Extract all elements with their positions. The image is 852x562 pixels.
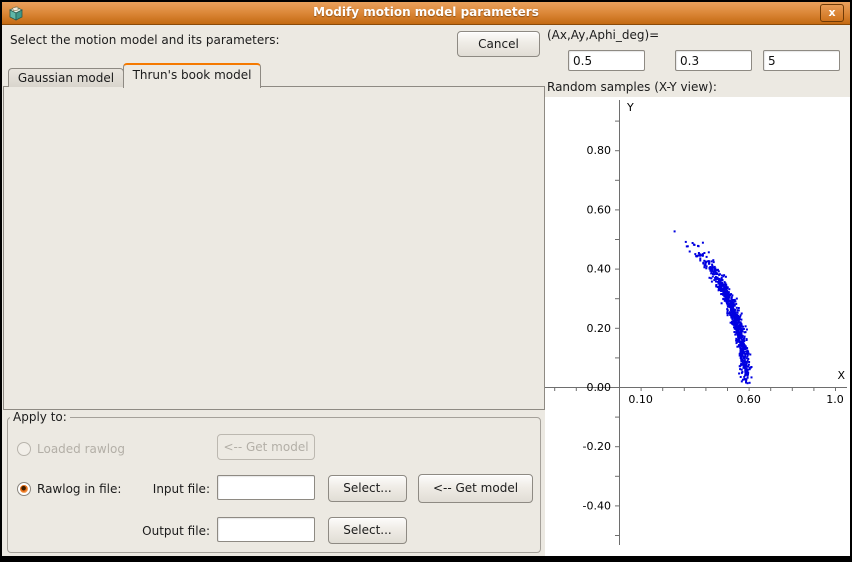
samples-plot: 0.10 0.60 1.0 0.80 0.60 0.40 0.20 0.00 -0.20 -0.4… (545, 97, 850, 556)
radio-dot (20, 485, 28, 493)
window-title: Modify motion model parameters (2, 5, 850, 19)
svg-text:Y: Y (626, 101, 634, 114)
close-button[interactable]: x (820, 4, 844, 22)
loaded-rawlog-label: Loaded rawlog (37, 442, 125, 456)
svg-text:0.40: 0.40 (587, 263, 612, 276)
rawlog-in-file-label: Rawlog in file: (37, 482, 121, 496)
close-icon: x (828, 6, 835, 19)
output-file-label: Output file: (122, 524, 210, 538)
svg-text:-0.20: -0.20 (583, 440, 611, 453)
tab-gaussian-model[interactable]: Gaussian model (8, 68, 124, 87)
cancel-button[interactable]: Cancel (457, 31, 540, 57)
svg-text:0.80: 0.80 (587, 144, 612, 157)
output-file-field[interactable] (217, 517, 315, 542)
svg-text:1.0: 1.0 (826, 393, 844, 406)
svg-text:-0.40: -0.40 (583, 499, 611, 512)
input-file-label: Input file: (122, 482, 210, 496)
svg-text:0.60: 0.60 (587, 203, 612, 216)
svg-text:0.10: 0.10 (628, 393, 653, 406)
get-model-loaded-button[interactable]: <-- Get model (217, 434, 315, 460)
title-bar[interactable]: Modify motion model parameters x (2, 2, 850, 25)
dialog-window: Modify motion model parameters x Select … (2, 2, 850, 556)
select-input-file-button[interactable]: Select... (328, 475, 407, 502)
tab-thruns-book-model[interactable]: Thrun's book model (123, 63, 261, 88)
input-file-field[interactable] (217, 475, 315, 500)
svg-text:0.00: 0.00 (587, 381, 612, 394)
svg-text:X: X (837, 369, 845, 382)
instruction-label: Select the motion model and its paramete… (10, 33, 280, 47)
get-model-file-button[interactable]: <-- Get model (418, 474, 533, 503)
radio-rawlog-in-file[interactable] (17, 482, 31, 496)
svg-text:0.60: 0.60 (736, 393, 761, 406)
odometry-ax-field[interactable] (568, 50, 645, 71)
tab-panel (3, 86, 545, 410)
plot-title: Random samples (X-Y view): (547, 80, 717, 94)
odometry-ay-field[interactable] (675, 50, 752, 71)
select-output-file-button[interactable]: Select... (328, 517, 407, 544)
odometry-aphi-field[interactable] (763, 50, 840, 71)
odometry-label: (Ax,Ay,Aphi_deg)= (547, 28, 659, 42)
apply-to-group-label: Apply to: (10, 410, 70, 424)
radio-loaded-rawlog[interactable] (17, 442, 31, 456)
svg-text:0.20: 0.20 (587, 322, 612, 335)
